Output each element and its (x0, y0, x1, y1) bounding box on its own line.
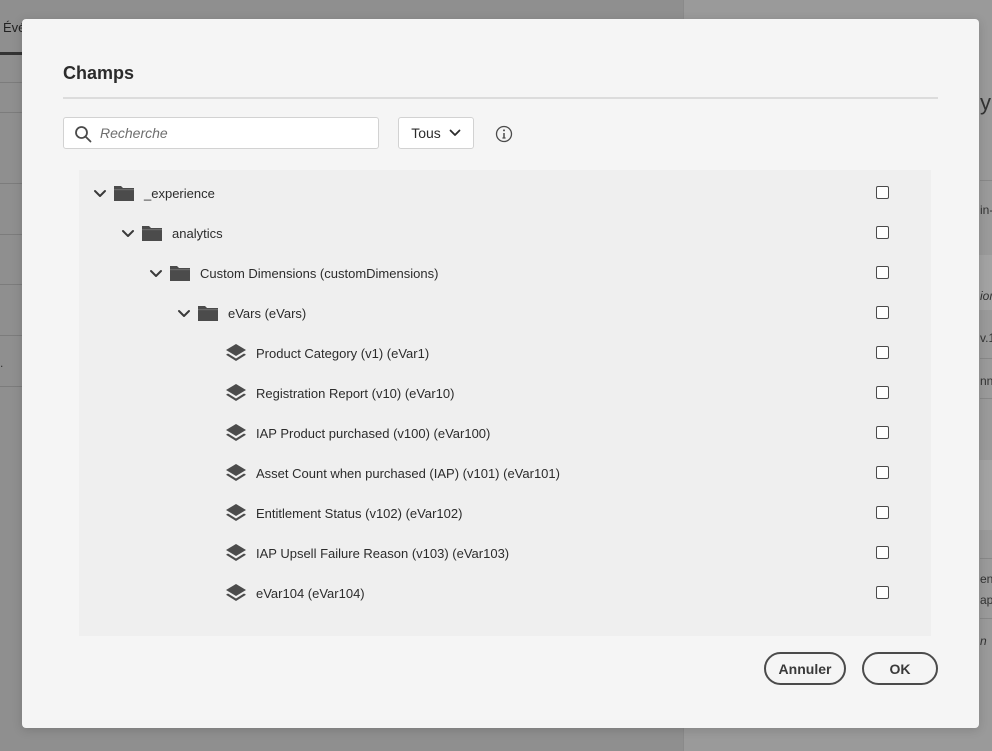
layers-icon (226, 424, 246, 441)
tree-item-checkbox[interactable] (876, 426, 889, 439)
tree-item-label: IAP Product purchased (v100) (eVar100) (256, 425, 491, 441)
tree-item-label: Asset Count when purchased (IAP) (v101) … (256, 465, 560, 481)
background-divider (0, 183, 22, 184)
background-stub-text: ior (980, 289, 992, 303)
background-divider (980, 358, 992, 359)
background-divider (0, 335, 22, 336)
tree-item-checkbox[interactable] (876, 226, 889, 239)
title-divider (63, 97, 938, 99)
tree-field-row[interactable]: eVar104 (eVar104) (79, 573, 931, 613)
chevron-down-icon[interactable] (149, 269, 163, 278)
tree-field-row[interactable]: Registration Report (v10) (eVar10) (79, 373, 931, 413)
folder-icon (198, 306, 218, 321)
background-stub-text: in- (980, 203, 992, 217)
tree-field-row[interactable]: Entitlement Status (v102) (eVar102) (79, 493, 931, 533)
search-field[interactable] (63, 117, 379, 149)
background-divider (0, 82, 22, 83)
tree-item-checkbox[interactable] (876, 306, 889, 319)
tree-folder-row[interactable]: _experience (79, 173, 931, 213)
tree-item-checkbox[interactable] (876, 506, 889, 519)
ok-button[interactable]: OK (862, 652, 938, 685)
tree-field-row[interactable]: Product Category (v1) (eVar1) (79, 333, 931, 373)
background-divider (980, 618, 992, 619)
layers-icon (226, 544, 246, 561)
fields-tree: _experience analytics Custom Dimensions (c… (79, 170, 931, 636)
background-divider (980, 180, 992, 181)
background-divider (0, 386, 22, 387)
background-stub-text: en (980, 572, 992, 586)
background-divider (980, 558, 992, 559)
fields-dialog: Champs Tous _experience analytics Custom D… (22, 19, 979, 728)
search-icon (75, 126, 92, 143)
info-icon[interactable] (495, 125, 513, 143)
background-divider (0, 234, 22, 235)
tree-item-checkbox[interactable] (876, 186, 889, 199)
tree-item-label: Custom Dimensions (customDimensions) (200, 265, 439, 281)
background-divider (0, 284, 22, 285)
tree-item-checkbox[interactable] (876, 266, 889, 279)
tree-item-label: _experience (144, 185, 215, 201)
chevron-down-icon[interactable] (177, 309, 191, 318)
background-stub-text: nn (980, 374, 992, 388)
tree-item-checkbox[interactable] (876, 346, 889, 359)
cancel-button[interactable]: Annuler (764, 652, 846, 685)
tree-item-label: eVars (eVars) (228, 305, 307, 321)
tree-folder-row[interactable]: Custom Dimensions (customDimensions) (79, 253, 931, 293)
folder-icon (170, 266, 190, 281)
background-tab-underline (0, 52, 22, 55)
tree-item-checkbox[interactable] (876, 466, 889, 479)
tree-folder-row[interactable]: eVars (eVars) (79, 293, 931, 333)
tree-item-checkbox[interactable] (876, 586, 889, 599)
background-stub-text: n (980, 634, 987, 648)
background-stub-text: v.1 (980, 331, 992, 345)
tree-item-label: analytics (172, 225, 223, 241)
folder-icon (114, 186, 134, 201)
chevron-down-icon (449, 129, 461, 136)
tree-item-label: Product Category (v1) (eVar1) (256, 345, 430, 361)
layers-icon (226, 344, 246, 361)
tree-item-checkbox[interactable] (876, 546, 889, 559)
tree-item-label: Entitlement Status (v102) (eVar102) (256, 505, 463, 521)
chevron-down-icon[interactable] (93, 189, 107, 198)
background-stub-text: ap (980, 593, 992, 607)
folder-icon (142, 226, 162, 241)
tree-field-row[interactable]: Asset Count when purchased (IAP) (v101) … (79, 453, 931, 493)
background-divider (980, 398, 992, 399)
filter-dropdown-value: Tous (411, 125, 441, 141)
background-stub-text: . (0, 356, 4, 370)
chevron-down-icon[interactable] (121, 229, 135, 238)
tree-folder-row[interactable]: analytics (79, 213, 931, 253)
layers-icon (226, 584, 246, 601)
search-input[interactable] (100, 118, 370, 148)
tree-field-row[interactable]: IAP Product purchased (v100) (eVar100) (79, 413, 931, 453)
tree-item-label: eVar104 (eVar104) (256, 585, 365, 601)
background-divider (0, 112, 22, 113)
tree-item-label: Registration Report (v10) (eVar10) (256, 385, 455, 401)
dialog-title: Champs (63, 63, 135, 83)
tree-field-row[interactable]: IAP Upsell Failure Reason (v103) (eVar10… (79, 533, 931, 573)
layers-icon (226, 504, 246, 521)
filter-dropdown[interactable]: Tous (398, 117, 474, 149)
background-stub-text: y (980, 90, 991, 115)
layers-icon (226, 384, 246, 401)
tree-item-checkbox[interactable] (876, 386, 889, 399)
layers-icon (226, 464, 246, 481)
tree-item-label: IAP Upsell Failure Reason (v103) (eVar10… (256, 545, 510, 561)
